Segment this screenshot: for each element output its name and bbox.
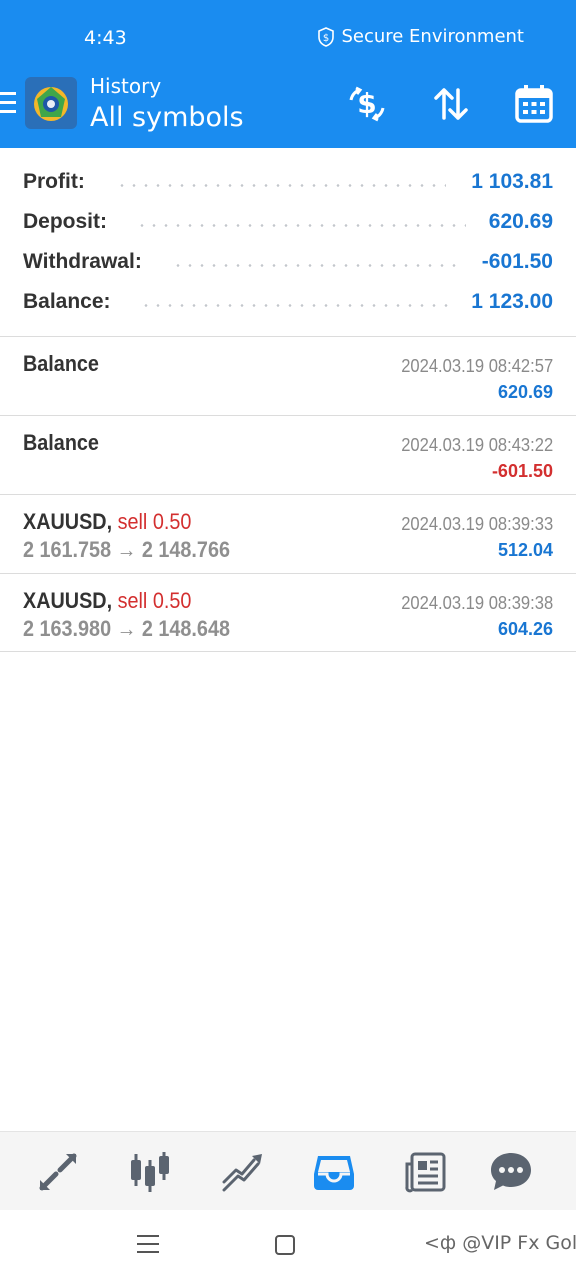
summary-profit-row: Profit: 1 103.81 xyxy=(0,160,576,200)
profit-value: 1 103.81 xyxy=(471,170,553,193)
deal-amount: 512.04 xyxy=(497,540,553,560)
status-time: 4:43 xyxy=(84,27,127,49)
deal-title: XAUUSD, sell 0.50 xyxy=(23,588,191,614)
history-summary: Profit: 1 103.81 Deposit: 620.69 Withdra… xyxy=(0,160,576,320)
deal-side: sell 0.50 xyxy=(117,588,192,613)
divider xyxy=(0,651,576,652)
deal-title: Balance xyxy=(23,351,99,376)
deal-time: 2024.03.19 08:39:38 xyxy=(401,593,553,613)
watermark-text: <ф @VIP Fx Gold xyxy=(424,1232,576,1254)
metatrader-logo[interactable] xyxy=(25,77,77,129)
dot-leader xyxy=(116,184,446,187)
news-icon[interactable] xyxy=(404,1150,448,1194)
system-navigation-bar: <ф @VIP Fx Gold xyxy=(0,1210,576,1280)
svg-text:$: $ xyxy=(323,33,329,44)
deal-symbol: XAUUSD, xyxy=(23,588,113,613)
calendar-icon[interactable] xyxy=(514,84,554,124)
deal-row[interactable]: XAUUSD, sell 0.50 2 161.758 → 2 148.766 … xyxy=(0,495,576,573)
deal-time: 2024.03.19 08:43:22 xyxy=(401,435,553,455)
secure-environment-indicator: $ Secure Environment xyxy=(317,26,524,47)
history-inbox-icon[interactable] xyxy=(312,1150,356,1194)
dot-leader xyxy=(136,224,466,227)
profit-label: Profit: xyxy=(23,170,85,193)
dot-leader xyxy=(140,304,450,307)
deal-amount: 604.26 xyxy=(497,619,553,639)
bottom-tab-bar xyxy=(0,1131,576,1210)
balance-label: Balance: xyxy=(23,290,111,313)
chart-candles-icon[interactable] xyxy=(128,1150,172,1194)
deal-time: 2024.03.19 08:39:33 xyxy=(401,514,553,534)
header-subtitle: History xyxy=(90,74,162,98)
withdrawal-label: Withdrawal: xyxy=(23,250,142,273)
deal-prices: 2 163.980 → 2 148.648 xyxy=(23,616,230,641)
balance-value: 1 123.00 xyxy=(471,290,553,313)
deal-amount: -601.50 xyxy=(491,461,553,481)
menu-icon[interactable] xyxy=(0,92,16,114)
deal-symbol: XAUUSD, xyxy=(23,509,113,534)
trade-icon[interactable] xyxy=(220,1150,264,1194)
summary-deposit-row: Deposit: 620.69 xyxy=(0,200,576,240)
dollar-exchange-icon[interactable]: $ xyxy=(347,84,387,124)
home-icon[interactable] xyxy=(275,1235,295,1255)
shield-dollar-icon: $ xyxy=(318,26,335,47)
summary-withdrawal-row: Withdrawal: -601.50 xyxy=(0,240,576,280)
sort-icon[interactable] xyxy=(431,84,471,124)
deal-row[interactable]: Balance 2024.03.19 08:42:57 620.69 xyxy=(0,337,576,415)
deal-row[interactable]: Balance 2024.03.19 08:43:22 -601.50 xyxy=(0,416,576,494)
header-title[interactable]: All symbols xyxy=(90,102,244,133)
deal-row[interactable]: XAUUSD, sell 0.50 2 163.980 → 2 148.648 … xyxy=(0,574,576,652)
deal-title: Balance xyxy=(23,430,99,455)
chat-icon[interactable] xyxy=(489,1150,533,1194)
withdrawal-value: -601.50 xyxy=(481,250,553,273)
deposit-label: Deposit: xyxy=(23,210,107,233)
secure-environment-label: Secure Environment xyxy=(341,26,524,47)
recent-apps-icon[interactable] xyxy=(137,1235,159,1255)
deposit-value: 620.69 xyxy=(488,210,553,233)
app-header: 4:43 $ Secure Environment History All sy… xyxy=(0,0,576,148)
deal-time: 2024.03.19 08:42:57 xyxy=(401,356,553,376)
summary-balance-row: Balance: 1 123.00 xyxy=(0,280,576,320)
deal-title: XAUUSD, sell 0.50 xyxy=(23,509,191,535)
deal-prices: 2 161.758 → 2 148.766 xyxy=(23,537,230,562)
quotes-icon[interactable] xyxy=(36,1150,80,1194)
deal-side: sell 0.50 xyxy=(117,509,192,534)
dot-leader xyxy=(172,264,462,267)
deal-amount: 620.69 xyxy=(497,382,553,402)
